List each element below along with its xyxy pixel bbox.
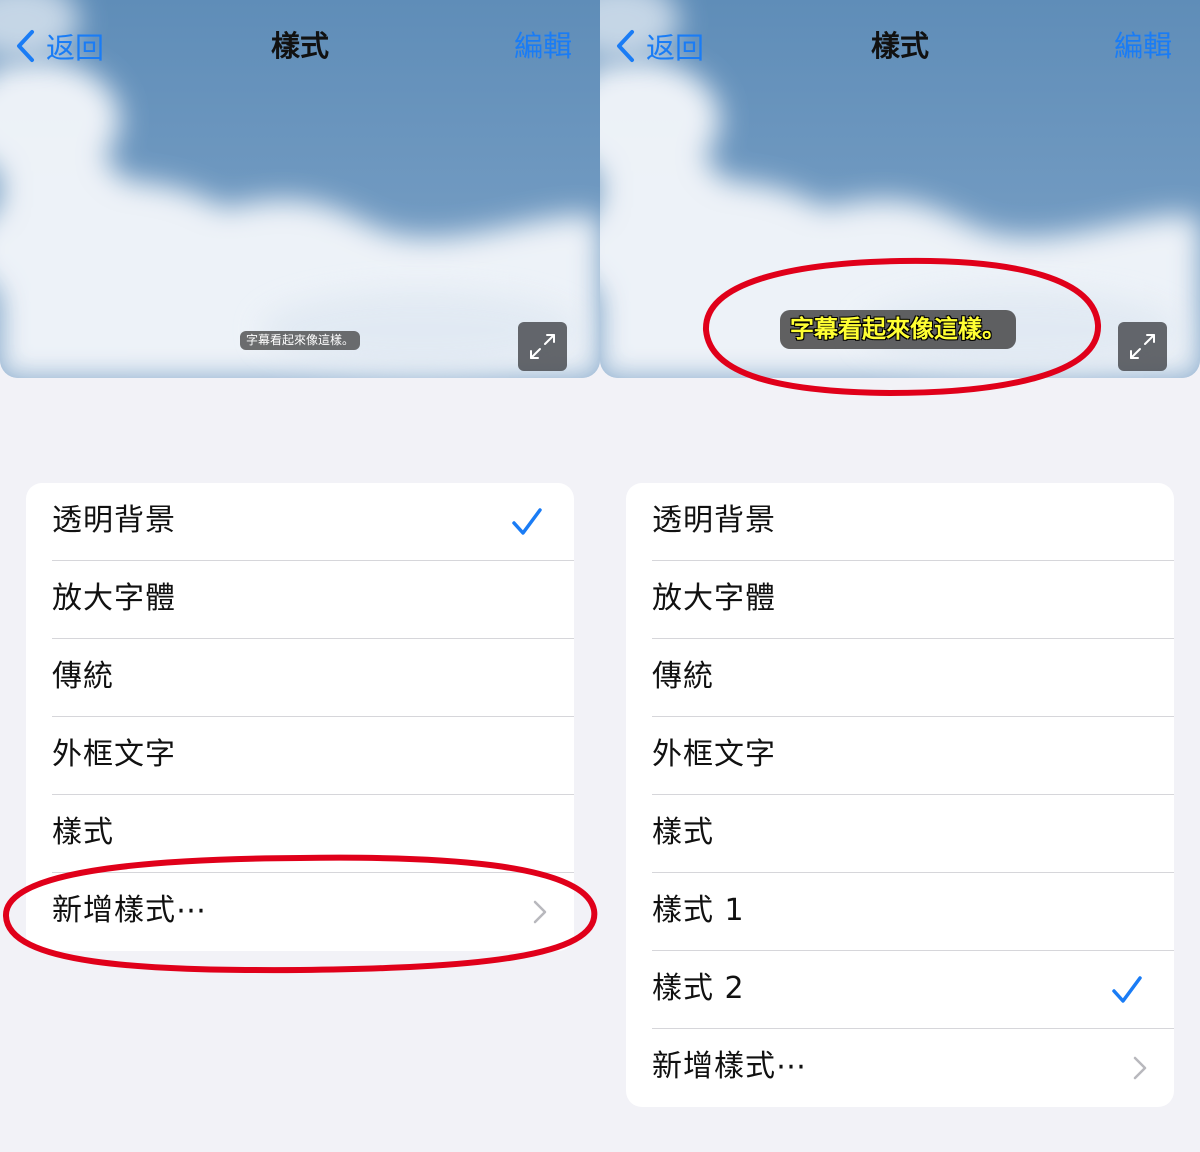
caption-preview-area: 返回 樣式 編輯 字幕看起來像這樣。 [0,0,600,378]
style-row-large-text[interactable]: 放大字體 [626,561,1174,639]
checkmark-icon [512,508,542,535]
style-row-large-text[interactable]: 放大字體 [26,561,574,639]
style-list: 透明背景 放大字體 傳統 外框文字 樣式 樣式 1 樣式 2 新增樣式⋯ [626,483,1174,1107]
style-label: 樣式 [52,815,114,850]
expand-button[interactable] [518,322,567,371]
style-label: 樣式 1 [652,893,745,928]
expand-arrows-icon [1130,334,1155,359]
style-row-style[interactable]: 樣式 [626,795,1174,873]
caption-preview-area: 返回 樣式 編輯 字幕看起來像這樣。 [600,0,1200,378]
style-row-outline-text[interactable]: 外框文字 [626,717,1174,795]
style-label: 透明背景 [52,503,176,538]
chevron-right-icon [533,900,547,924]
style-row-outline-text[interactable]: 外框文字 [26,717,574,795]
style-row-transparent[interactable]: 透明背景 [26,483,574,561]
expand-arrows-icon [530,334,555,359]
style-row-style-2[interactable]: 樣式 2 [626,951,1174,1029]
style-label: 傳統 [652,659,714,694]
caption-sample: 字幕看起來像這樣。 [240,331,361,350]
style-label: 樣式 2 [652,971,745,1006]
style-label: 樣式 [652,815,714,850]
checkmark-icon [1112,976,1142,1003]
add-style-label: 新增樣式⋯ [52,893,207,928]
add-style-row[interactable]: 新增樣式⋯ [626,1029,1174,1107]
page-title: 樣式 [870,29,929,63]
caption-sample: 字幕看起來像這樣。 [780,310,1016,349]
style-label: 傳統 [52,659,114,694]
page-title: 樣式 [270,29,329,63]
add-style-row[interactable]: 新增樣式⋯ [26,873,574,951]
style-label: 外框文字 [652,737,776,772]
style-label: 放大字體 [652,581,776,616]
style-label: 外框文字 [52,737,176,772]
style-list: 透明背景 放大字體 傳統 外框文字 樣式 新增樣式⋯ [26,483,574,951]
style-label: 放大字體 [52,581,176,616]
style-row-transparent[interactable]: 透明背景 [626,483,1174,561]
style-label: 透明背景 [652,503,776,538]
edit-button[interactable]: 編輯 [1114,24,1172,68]
expand-button[interactable] [1118,322,1167,371]
style-row-classic[interactable]: 傳統 [626,639,1174,717]
right-screen: 返回 樣式 編輯 字幕看起來像這樣。 透明背景 放大字體 傳統 外框文字 樣式 … [600,0,1200,1152]
chevron-right-icon [1133,1056,1147,1080]
style-row-style-1[interactable]: 樣式 1 [626,873,1174,951]
add-style-label: 新增樣式⋯ [652,1049,807,1084]
style-row-classic[interactable]: 傳統 [26,639,574,717]
left-screen: 返回 樣式 編輯 字幕看起來像這樣。 透明背景 放大字體 傳統 外框文字 樣式 … [0,0,600,1152]
style-row-style[interactable]: 樣式 [26,795,574,873]
edit-button[interactable]: 編輯 [514,24,572,68]
